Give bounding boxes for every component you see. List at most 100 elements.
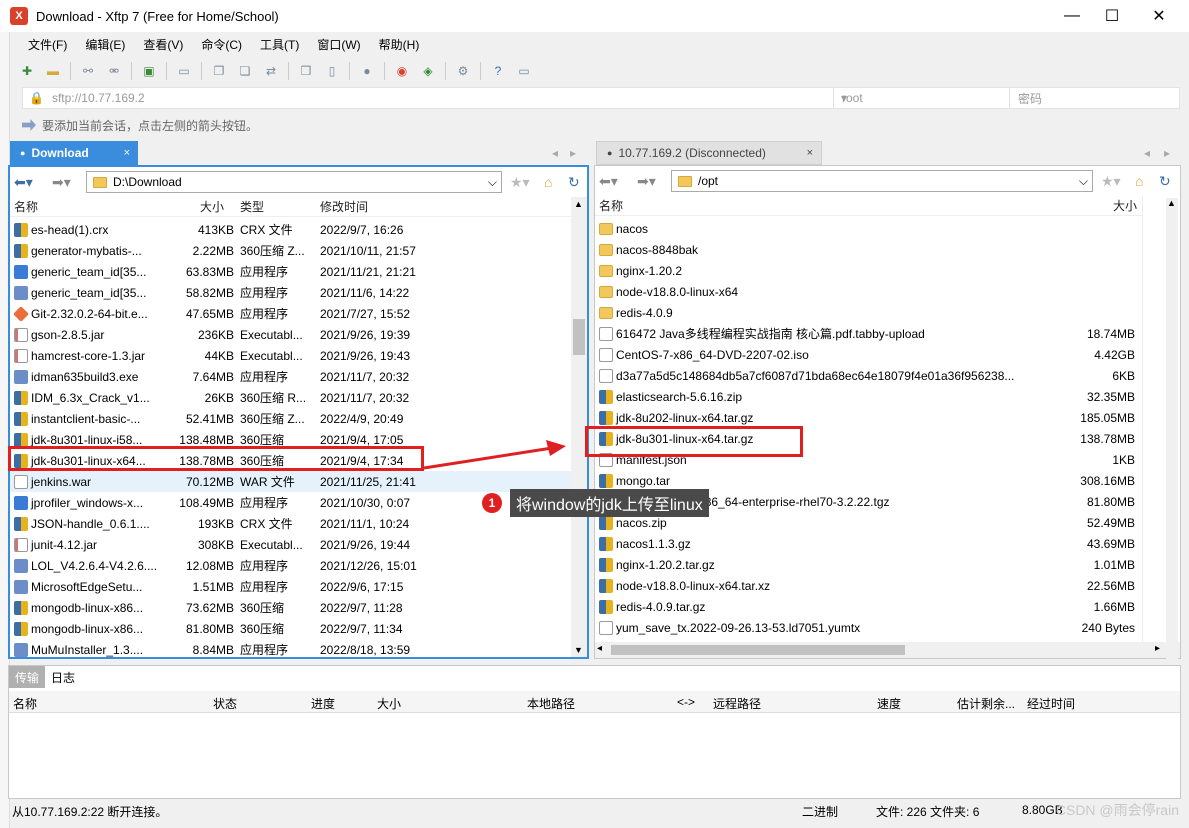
file-row[interactable]: JSON-handle_0.6.1.... 193KB CRX 文件 2021/11/…: [10, 513, 571, 534]
local-scroll-thumb[interactable]: [573, 319, 585, 355]
file-row[interactable]: mongodb-linux-x86... 81.80MB 360压缩 2022/9/7…: [10, 618, 571, 639]
file-row[interactable]: idman635build3.exe 7.64MB 应用程序 2021/11/7, 2…: [10, 366, 571, 387]
file-row[interactable]: nacos-8848bak文: [595, 239, 1159, 260]
file-row[interactable]: jdk-8u202-linux-x64.tar.gz185.05MB36: [595, 407, 1160, 428]
file-row[interactable]: Git-2.32.0.2-64-bit.e... 47.65MB 应用程序 2021/…: [10, 303, 571, 324]
connect-icon[interactable]: ⚯: [79, 62, 97, 80]
col-transfer-size[interactable]: 大小: [377, 695, 401, 712]
file-row[interactable]: generator-mybatis-... 2.22MB 360压缩 Z... 202…: [10, 240, 571, 261]
tab-scroll-left-icon[interactable]: ◂: [552, 146, 558, 160]
transfer-mode[interactable]: 二进制: [802, 803, 838, 820]
parent-folder-icon[interactable]: ⌂: [544, 174, 552, 190]
back-arrow-icon[interactable]: ⬅▾: [599, 173, 618, 190]
file-row[interactable]: jenkins.war 70.12MB WAR 文件 2021/11/25, 21:4…: [10, 471, 571, 492]
forward-arrow-icon[interactable]: ➡▾: [52, 174, 71, 191]
tab-scroll-right-icon[interactable]: ▸: [1164, 146, 1170, 160]
col-size[interactable]: 大小: [1113, 197, 1137, 214]
col-transfer-speed[interactable]: 速度: [877, 695, 901, 712]
col-transfer-direction[interactable]: <->: [677, 695, 695, 709]
col-size[interactable]: 大小: [200, 198, 224, 215]
menu-tools[interactable]: 工具(T): [260, 36, 299, 53]
scroll-up-icon[interactable]: ▲: [574, 199, 583, 209]
file-row[interactable]: gson-2.8.5.jar 236KB Executabl... 2021/9/26…: [10, 324, 571, 345]
file-row[interactable]: generic_team_id[35... 63.83MB 应用程序 2021/11/…: [10, 261, 571, 282]
col-transfer-remote-path[interactable]: 远程路径: [713, 695, 761, 712]
menu-window[interactable]: 窗口(W): [317, 36, 360, 53]
netsarang-icon[interactable]: ◉: [393, 62, 411, 80]
file-row[interactable]: yum_save_tx.2022-09-26.13-53.ld7051.yumt…: [595, 617, 1164, 638]
file-row[interactable]: node-v18.8.0-linux-x64.tar.xz22.56MB36: [595, 575, 1160, 596]
star-icon[interactable]: ★▾: [1101, 173, 1121, 190]
col-modified[interactable]: 修改时间: [320, 198, 368, 215]
record-icon[interactable]: ●: [358, 62, 376, 80]
gear-icon[interactable]: ⚙: [454, 62, 472, 80]
disconnect-icon[interactable]: ⚮: [105, 62, 123, 80]
col-transfer-name[interactable]: 名称: [13, 695, 37, 712]
scroll-left-icon[interactable]: ◂: [597, 643, 602, 654]
col-type[interactable]: 类型: [240, 198, 264, 215]
col-transfer-elapsed[interactable]: 经过时间: [1027, 695, 1075, 712]
terminal-icon[interactable]: ▭: [175, 62, 193, 80]
chat-icon[interactable]: ▭: [515, 62, 533, 80]
forward-arrow-icon[interactable]: ➡▾: [637, 173, 656, 190]
menu-help[interactable]: 帮助(H): [379, 36, 420, 53]
file-row[interactable]: CentOS-7-x86_64-DVD-2207-02.iso4.42GB光盘: [595, 344, 1171, 365]
file-row[interactable]: nginx-1.20.2文: [595, 260, 1159, 281]
file-row[interactable]: junit-4.12.jar 308KB Executabl... 2021/9/26…: [10, 534, 571, 555]
tab-close-icon[interactable]: ×: [807, 147, 813, 159]
open-folder-icon[interactable]: ▬: [44, 62, 62, 80]
local-path-input[interactable]: D:\Download ⌵: [86, 171, 502, 193]
refresh-icon[interactable]: ↻: [568, 174, 580, 191]
tab-remote-session[interactable]: ● 10.77.169.2 (Disconnected) ×: [596, 141, 822, 165]
file-row[interactable]: mongo.tar308.16MB36: [595, 470, 1160, 491]
close-button[interactable]: ✕: [1136, 0, 1182, 32]
tab-scroll-right-icon[interactable]: ▸: [570, 146, 576, 160]
file-row[interactable]: nginx-1.20.2.tar.gz1.01MB36: [595, 554, 1160, 575]
help-icon[interactable]: ?: [489, 62, 507, 80]
tab-local-download[interactable]: ● Download ×: [10, 141, 138, 165]
tab-close-icon[interactable]: ×: [124, 147, 130, 159]
maximize-button[interactable]: ☐: [1089, 0, 1135, 32]
remote-hscroll-thumb[interactable]: [611, 645, 905, 655]
host-input[interactable]: sftp://10.77.169.2: [52, 91, 145, 105]
col-transfer-status[interactable]: 状态: [213, 695, 237, 712]
chevron-down-icon[interactable]: ⌵: [488, 175, 497, 190]
file-icon[interactable]: ▯: [323, 62, 341, 80]
file-row[interactable]: nacos1.1.3.gz43.69MB36: [595, 533, 1160, 554]
refresh-icon[interactable]: ↻: [1159, 173, 1171, 190]
username-input[interactable]: root: [833, 88, 863, 108]
xshell-icon[interactable]: ◈: [419, 62, 437, 80]
copy-icon[interactable]: ❐: [210, 62, 228, 80]
file-row[interactable]: instantclient-basic-... 52.41MB 360压缩 Z...…: [10, 408, 571, 429]
file-row[interactable]: MicrosoftEdgeSetu... 1.51MB 应用程序 2022/9/6, …: [10, 576, 571, 597]
back-arrow-icon[interactable]: ⬅▾: [14, 174, 33, 191]
new-window-icon[interactable]: ▣: [140, 62, 158, 80]
col-name[interactable]: 名称: [14, 198, 38, 215]
file-row[interactable]: redis-4.0.9文: [595, 302, 1159, 323]
col-transfer-eta[interactable]: 估计剩余...: [957, 695, 1015, 712]
tab-transfer[interactable]: 传输: [9, 666, 46, 688]
parent-folder-icon[interactable]: ⌂: [1135, 173, 1143, 189]
file-row[interactable]: node-v18.8.0-linux-x64文: [595, 281, 1159, 302]
remote-horizontal-scrollbar[interactable]: ◂ ▸: [595, 642, 1180, 658]
file-row[interactable]: hamcrest-core-1.3.jar 44KB Executabl... 202…: [10, 345, 571, 366]
file-row[interactable]: nacos文: [595, 218, 1159, 239]
file-row[interactable]: d3a77a5d5c148684db5a7cf6087d71bda68ec64e…: [595, 365, 1161, 386]
paste-icon[interactable]: ❏: [236, 62, 254, 80]
tab-scroll-left-icon[interactable]: ◂: [1144, 146, 1150, 160]
password-input[interactable]: 密码: [1009, 88, 1042, 108]
file-row[interactable]: IDM_6.3x_Crack_v1... 26KB 360压缩 R... 2021/1…: [10, 387, 571, 408]
duplicate-icon[interactable]: ❒: [297, 62, 315, 80]
col-name[interactable]: 名称: [599, 197, 623, 214]
menu-file[interactable]: 文件(F): [28, 36, 67, 53]
chevron-down-icon[interactable]: ⌵: [1079, 174, 1088, 189]
menu-command[interactable]: 命令(C): [201, 36, 242, 53]
tab-log[interactable]: 日志: [45, 666, 81, 688]
file-row[interactable]: elasticsearch-5.6.16.zip32.35MB36: [595, 386, 1160, 407]
new-session-icon[interactable]: ✚: [18, 62, 36, 80]
file-row[interactable]: 616472 Java多线程编程实战指南 核心篇.pdf.tabby-uploa…: [595, 323, 1161, 344]
file-row[interactable]: es-head(1).crx 413KB CRX 文件 2022/9/7, 16:26: [10, 219, 571, 240]
scroll-right-icon[interactable]: ▸: [1155, 643, 1160, 654]
menu-view[interactable]: 查看(V): [143, 36, 183, 53]
remote-vertical-scrollbar[interactable]: ▲: [1166, 198, 1178, 660]
